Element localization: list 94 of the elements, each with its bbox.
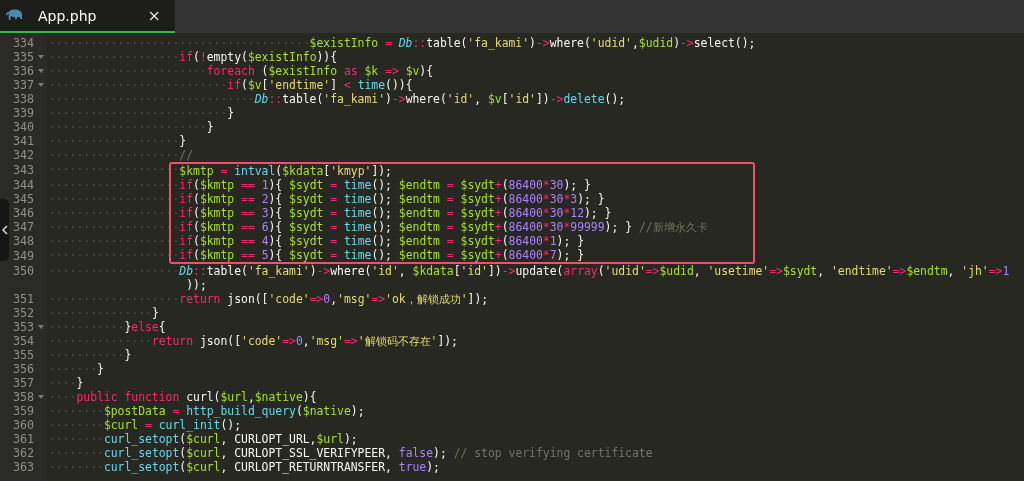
fold-caret-icon[interactable] <box>38 395 44 399</box>
line-number: 335 <box>12 50 34 64</box>
code-line: Db::table('fa_kami')->where('id', $v['id'])->delete(); <box>254 92 626 106</box>
code-line: } <box>124 348 132 362</box>
code-line: } <box>179 134 187 148</box>
line-number: 357 <box>12 376 34 390</box>
code-line: } <box>97 362 104 376</box>
line-number: 350 <box>12 264 34 278</box>
whitespace-dots: ········ <box>49 404 104 418</box>
fold-caret-icon[interactable] <box>38 325 44 329</box>
code-line: $existInfo = Db::table('fa_kami')->where('udid',$udid)->select(); <box>309 36 756 50</box>
whitespace-dots: ········ <box>49 446 104 460</box>
line-number: 352 <box>12 306 34 320</box>
line-number: 344 <box>12 178 34 192</box>
line-number: 341 <box>12 134 34 148</box>
line-number: 348 <box>12 234 34 248</box>
line-number: 337 <box>12 78 34 92</box>
line-number: 340 <box>12 120 34 134</box>
line-number: 351 <box>12 292 34 306</box>
whitespace-dots: ··················· <box>49 206 180 220</box>
line-number: 343 <box>12 163 34 177</box>
code-line: $curl = curl_init(); <box>103 418 242 432</box>
close-tab-button[interactable]: × <box>147 6 161 25</box>
line-number: 362 <box>12 446 34 460</box>
whitespace-dots: ··················· <box>49 192 180 206</box>
whitespace-dots: ··················· <box>49 134 180 148</box>
code-line: Db::table('fa_kami')->where('id', $kdata['id'])->update(array('udid'=>$udid, 'usetime'=>$sydt, 'endtime'=>$endtm, 'jh'=>1 <box>179 264 1010 278</box>
code-line: } <box>76 376 84 390</box>
line-number: 339 <box>12 106 34 120</box>
whitespace-dots: ··················· <box>49 148 180 162</box>
elephant-icon <box>6 9 24 22</box>
code-line: curl_setopt($curl, CURLOPT_SSL_VERIFYPEER, false); // stop verifying certificate <box>103 446 653 460</box>
side-panel-toggle[interactable] <box>0 199 9 261</box>
whitespace-dots: ··············· <box>49 334 152 348</box>
whitespace-dots: ······· <box>49 362 97 376</box>
fold-caret-icon[interactable] <box>38 55 44 59</box>
code-line: if(!empty($existInfo)){ <box>179 50 338 64</box>
code-line: if($v['endtime'] < time()){ <box>227 78 413 92</box>
code-line: curl_setopt($curl, CURLOPT_RETURNTRANSFER, true); <box>103 460 440 474</box>
whitespace-dots: ··················· <box>49 162 180 178</box>
whitespace-dots: ·························· <box>49 106 228 120</box>
code-line: return json(['code'=>0,'msg'=>'解锁码不存在']); <box>151 334 458 348</box>
code-line: )); <box>186 278 207 292</box>
file-tab[interactable]: App.php × <box>0 0 175 33</box>
whitespace-dots: ········ <box>49 460 104 474</box>
line-number: 353 <box>12 320 34 334</box>
code-line: } <box>227 106 235 120</box>
whitespace-dots: ··············· <box>49 306 152 320</box>
line-number: 338 <box>12 92 34 106</box>
line-number: 342 <box>12 148 34 162</box>
whitespace-dots: ··················· <box>49 50 180 64</box>
whitespace-dots: ··········· <box>49 348 125 362</box>
line-number: 347 <box>12 220 34 234</box>
fold-caret-icon[interactable] <box>38 69 44 73</box>
code-line: } <box>206 120 214 134</box>
whitespace-dots: ···· <box>49 376 77 390</box>
whitespace-dots: ··················· <box>49 178 180 192</box>
code-line: } <box>151 306 159 320</box>
whitespace-dots: ·························· <box>49 78 228 92</box>
line-number: 354 <box>12 334 34 348</box>
whitespace-dots: ··················· <box>49 234 180 248</box>
whitespace-dots: ··········· <box>49 320 125 334</box>
code-line: public function curl($url,$native){ <box>76 390 317 404</box>
line-number: 358 <box>12 390 34 404</box>
line-number: 356 <box>12 362 34 376</box>
line-number: 345 <box>12 192 34 206</box>
whitespace-dots: ···· <box>49 390 77 404</box>
line-number: 355 <box>12 348 34 362</box>
whitespace-dots: ······························ <box>49 92 255 106</box>
whitespace-dots: ······················· <box>49 64 207 78</box>
code-line: }else{ <box>124 320 166 334</box>
whitespace-dots: ········ <box>49 432 104 446</box>
code-line: // <box>179 148 194 162</box>
whitespace-dots: ··················· <box>49 220 180 234</box>
whitespace-dots: ··················· <box>49 292 180 306</box>
whitespace-dots: ··················· <box>49 248 180 264</box>
line-number: 363 <box>12 460 34 474</box>
whitespace-dots: ······················· <box>49 120 207 134</box>
code-line: return json(['code'=>0,'msg'=>'ok，解锁成功']); <box>179 292 489 306</box>
line-number: 361 <box>12 432 34 446</box>
line-number: 336 <box>12 64 34 78</box>
code-line: foreach ($existInfo as $k => $v){ <box>206 64 434 78</box>
line-number: 349 <box>12 249 34 263</box>
code-line: $postData = http_build_query($native); <box>103 404 365 418</box>
whitespace-dots: ······································ <box>49 36 310 50</box>
line-number: 334 <box>12 36 34 50</box>
line-number: 360 <box>12 418 34 432</box>
whitespace-dots: ··················· <box>49 264 180 278</box>
whitespace-dots: ········ <box>49 418 104 432</box>
fold-caret-icon[interactable] <box>38 83 44 87</box>
code-line: curl_setopt($curl, CURLOPT_URL,$url); <box>103 432 358 446</box>
line-number: 346 <box>12 206 34 220</box>
line-number: 359 <box>12 404 34 418</box>
chevron-icon <box>1 225 8 235</box>
